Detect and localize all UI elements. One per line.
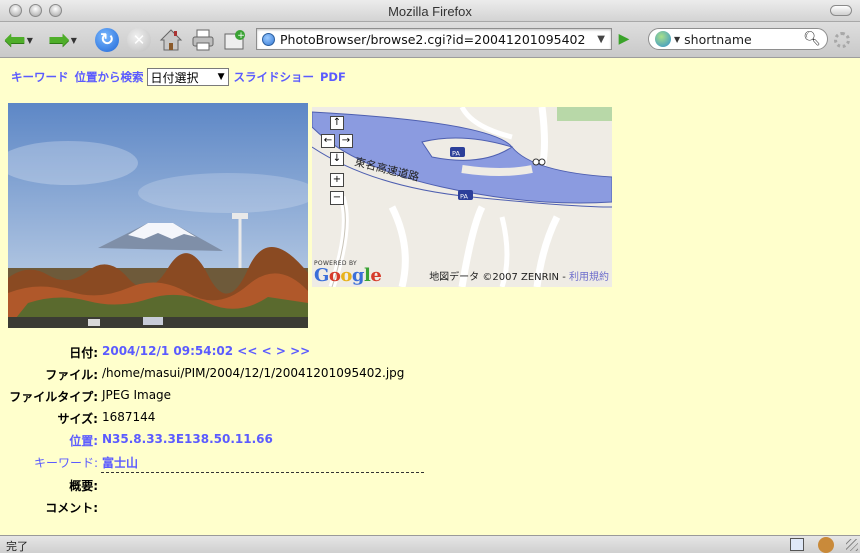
status-bar: 完了 [0, 535, 860, 553]
window-title: Mozilla Firefox [388, 4, 472, 19]
comment-row: コメント: [0, 499, 860, 515]
keyword-label: キーワード: [34, 454, 98, 471]
google-letter: g [351, 265, 365, 286]
filetype-label: ファイルタイプ: [9, 390, 98, 404]
google-letter: o [328, 265, 341, 286]
google-wordmark: Google [314, 265, 382, 286]
stop-icon: ✕ [127, 28, 151, 52]
map-terms-link[interactable]: 利用規約 [569, 272, 609, 283]
slideshow-link[interactable]: スライドショー [234, 69, 315, 85]
size-row: サイズ: 1687144 [0, 410, 860, 426]
photo-image[interactable] [8, 103, 308, 328]
navigation-toolbar: ⬅ ▼ ➡ ▼ ↻ ✕ + PhotoBrowser/browse2.cgi?i… [0, 22, 860, 58]
size-label: サイズ: [57, 412, 98, 426]
filetype-row: ファイルタイプ: JPEG Image [0, 388, 860, 404]
search-engine-dropdown-icon[interactable]: ▼ [674, 35, 680, 44]
search-input[interactable]: shortname [684, 32, 803, 47]
position-label-link[interactable]: 位置: [69, 432, 98, 449]
print-button[interactable] [191, 26, 215, 54]
url-history-dropdown-icon[interactable]: ▼ [597, 34, 605, 45]
file-row: ファイル: /home/masui/PIM/2004/12/1/20041201… [0, 366, 860, 382]
keyword-value-link[interactable]: 富士山 [102, 454, 138, 471]
map-pan-left-button[interactable]: ← [321, 134, 335, 148]
greasemonkey-icon[interactable] [818, 537, 834, 553]
home-icon [159, 29, 183, 51]
position-value-link[interactable]: N35.8.33.3E138.50.11.66 [102, 432, 273, 446]
stop-button[interactable]: ✕ [127, 26, 151, 54]
loading-throbber-icon [834, 32, 850, 48]
page-content: キーワード 位置から検索 日付選択 ▼ スライドショー PDF PA PA 東名… [0, 58, 860, 535]
page-info-icon[interactable] [790, 538, 804, 551]
pdf-link[interactable]: PDF [320, 70, 346, 84]
map-pan-down-button[interactable]: ↓ [330, 152, 344, 166]
map-view[interactable]: PA PA 東名高速道路 ↑ ← → ↓ + − POWERED BY Goog… [312, 107, 612, 287]
summary-row: 概要: [0, 477, 860, 493]
printer-icon [192, 29, 214, 51]
date-links: 2004/12/1 09:54:02 << < > >> [102, 344, 310, 358]
date-value-link[interactable]: 2004/12/1 09:54:02 [102, 344, 233, 358]
map-zoom-in-button[interactable]: + [330, 173, 344, 187]
size-value: 1687144 [102, 410, 156, 424]
top-navigation: キーワード 位置から検索 日付選択 ▼ スライドショー PDF [11, 68, 352, 86]
back-history-dropdown-icon[interactable]: ▼ [27, 36, 33, 45]
select-arrow-icon: ▼ [217, 72, 225, 82]
status-text: 完了 [6, 540, 28, 553]
pa-label-2: PA [460, 193, 469, 201]
title-bar: Mozilla Firefox [0, 0, 860, 22]
nav-prev-prev-link[interactable]: << [237, 344, 257, 358]
mount-fuji-photo [8, 103, 308, 328]
position-row: 位置: N35.8.33.3E138.50.11.66 [0, 432, 860, 448]
map-pan-up-button[interactable]: ↑ [330, 116, 344, 130]
map-pan-right-button[interactable]: → [339, 134, 353, 148]
forward-history-dropdown-icon[interactable]: ▼ [71, 36, 77, 45]
date-row: 日付: 2004/12/1 09:54:02 << < > >> [0, 344, 860, 360]
back-arrow-icon: ⬅ [4, 25, 26, 55]
site-globe-icon [262, 32, 275, 46]
google-letter: o [340, 265, 352, 286]
location-search-link[interactable]: 位置から検索 [75, 69, 144, 85]
toolbar-toggle-button[interactable] [830, 5, 852, 16]
google-letter: e [370, 265, 382, 286]
keyword-label-link[interactable]: キーワード: [34, 456, 98, 470]
forward-button[interactable]: ➡ ▼ [48, 26, 77, 54]
reload-button[interactable]: ↻ [95, 26, 119, 54]
keyword-edit-field[interactable] [101, 472, 424, 473]
keyword-row: キーワード: 富士山 [0, 454, 860, 470]
search-bar[interactable]: ▼ shortname 🔍︎ [648, 28, 828, 50]
map-zoom-out-button[interactable]: − [330, 191, 344, 205]
comment-label: コメント: [45, 501, 98, 515]
map-copyright: 地図データ ©2007 ZENRIN - 利用規約 [429, 268, 609, 283]
date-select-dropdown[interactable]: 日付選択 ▼ [146, 68, 229, 86]
go-button[interactable]: ▶ [614, 30, 634, 48]
back-button[interactable]: ⬅ ▼ [4, 26, 33, 54]
new-tab-icon: + [224, 30, 245, 50]
date-label: 日付: [69, 346, 98, 360]
url-bar[interactable]: PhotoBrowser/browse2.cgi?id=200412010954… [256, 28, 612, 50]
reload-icon: ↻ [95, 28, 119, 52]
google-letter: G [314, 265, 329, 286]
search-icon[interactable]: 🔍︎ [803, 31, 821, 47]
google-logo[interactable]: POWERED BY Google [314, 260, 382, 286]
resize-grip-icon[interactable] [846, 539, 858, 551]
date-select-value: 日付選択 [150, 70, 199, 85]
forward-arrow-icon: ➡ [48, 25, 70, 55]
go-arrow-icon: ▶ [618, 31, 630, 47]
summary-label: 概要: [69, 479, 98, 493]
svg-text:+: + [237, 31, 245, 41]
url-input[interactable]: PhotoBrowser/browse2.cgi?id=200412010954… [280, 32, 597, 47]
home-button[interactable] [159, 26, 183, 54]
filetype-value: JPEG Image [102, 388, 172, 402]
search-engine-icon[interactable] [655, 31, 671, 47]
file-value: /home/masui/PIM/2004/12/1/20041201095402… [102, 366, 405, 380]
nav-next-next-link[interactable]: >> [290, 344, 310, 358]
keyword-link[interactable]: キーワード [11, 69, 69, 85]
nav-prev-link[interactable]: < [262, 344, 272, 358]
new-tab-button[interactable]: + [223, 26, 247, 54]
pa-label-1: PA [452, 150, 461, 158]
file-label: ファイル: [45, 368, 98, 382]
nav-next-link[interactable]: > [276, 344, 286, 358]
map-copyright-text: 地図データ ©2007 ZENRIN - [429, 272, 566, 283]
